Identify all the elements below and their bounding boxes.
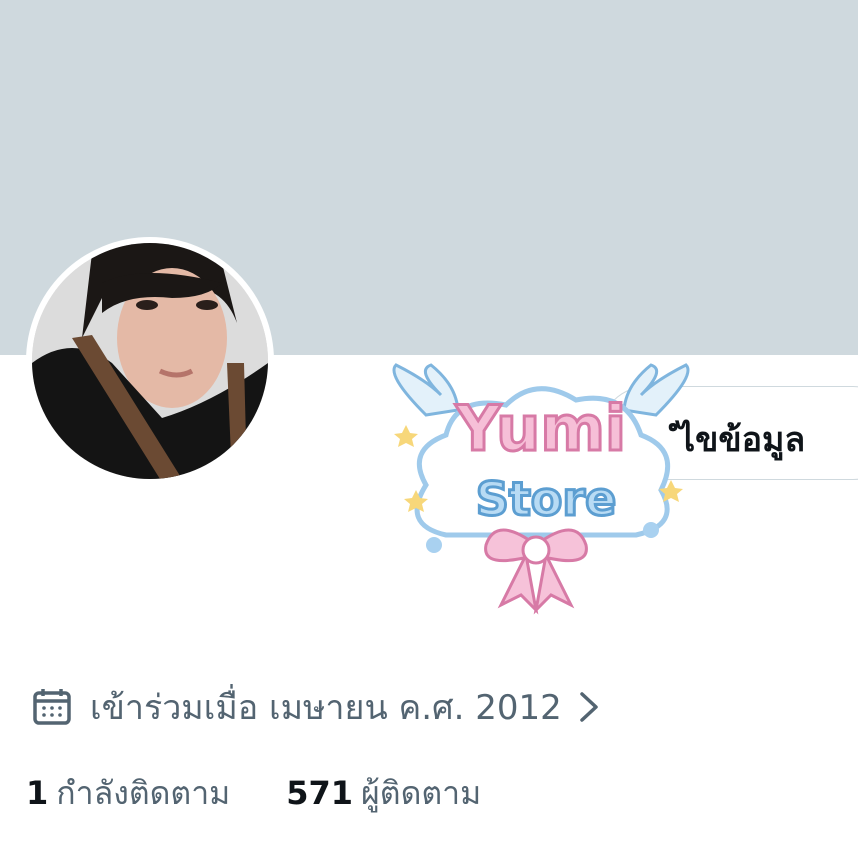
yumi-store-sticker: Yumi Store: [392, 363, 690, 615]
sticker-text-store: Store: [476, 472, 617, 526]
avatar[interactable]: [32, 243, 268, 479]
follow-stats: 1 กำลังติดตาม 571 ผู้ติดตาม: [26, 768, 481, 819]
joined-date: เข้าร่วมเมื่อ เมษายน ค.ศ. 2012: [32, 684, 602, 730]
following-count: 1: [26, 774, 49, 812]
edit-profile-label: ํไขข้อมูล: [678, 420, 806, 460]
following-link[interactable]: 1 กำลังติดตาม: [26, 768, 230, 819]
following-label: กำลังติดตาม: [56, 774, 231, 812]
sticker-text-yumi: Yumi: [455, 392, 626, 465]
followers-count: 571: [286, 774, 354, 812]
followers-label: ผู้ติดตาม: [361, 774, 482, 812]
chevron-right-icon[interactable]: [576, 690, 602, 724]
avatar-photo: [32, 243, 268, 479]
followers-link[interactable]: 571 ผู้ติดตาม: [286, 768, 481, 819]
calendar-icon: [33, 689, 71, 725]
joined-date-text: เข้าร่วมเมื่อ เมษายน ค.ศ. 2012: [90, 688, 562, 728]
